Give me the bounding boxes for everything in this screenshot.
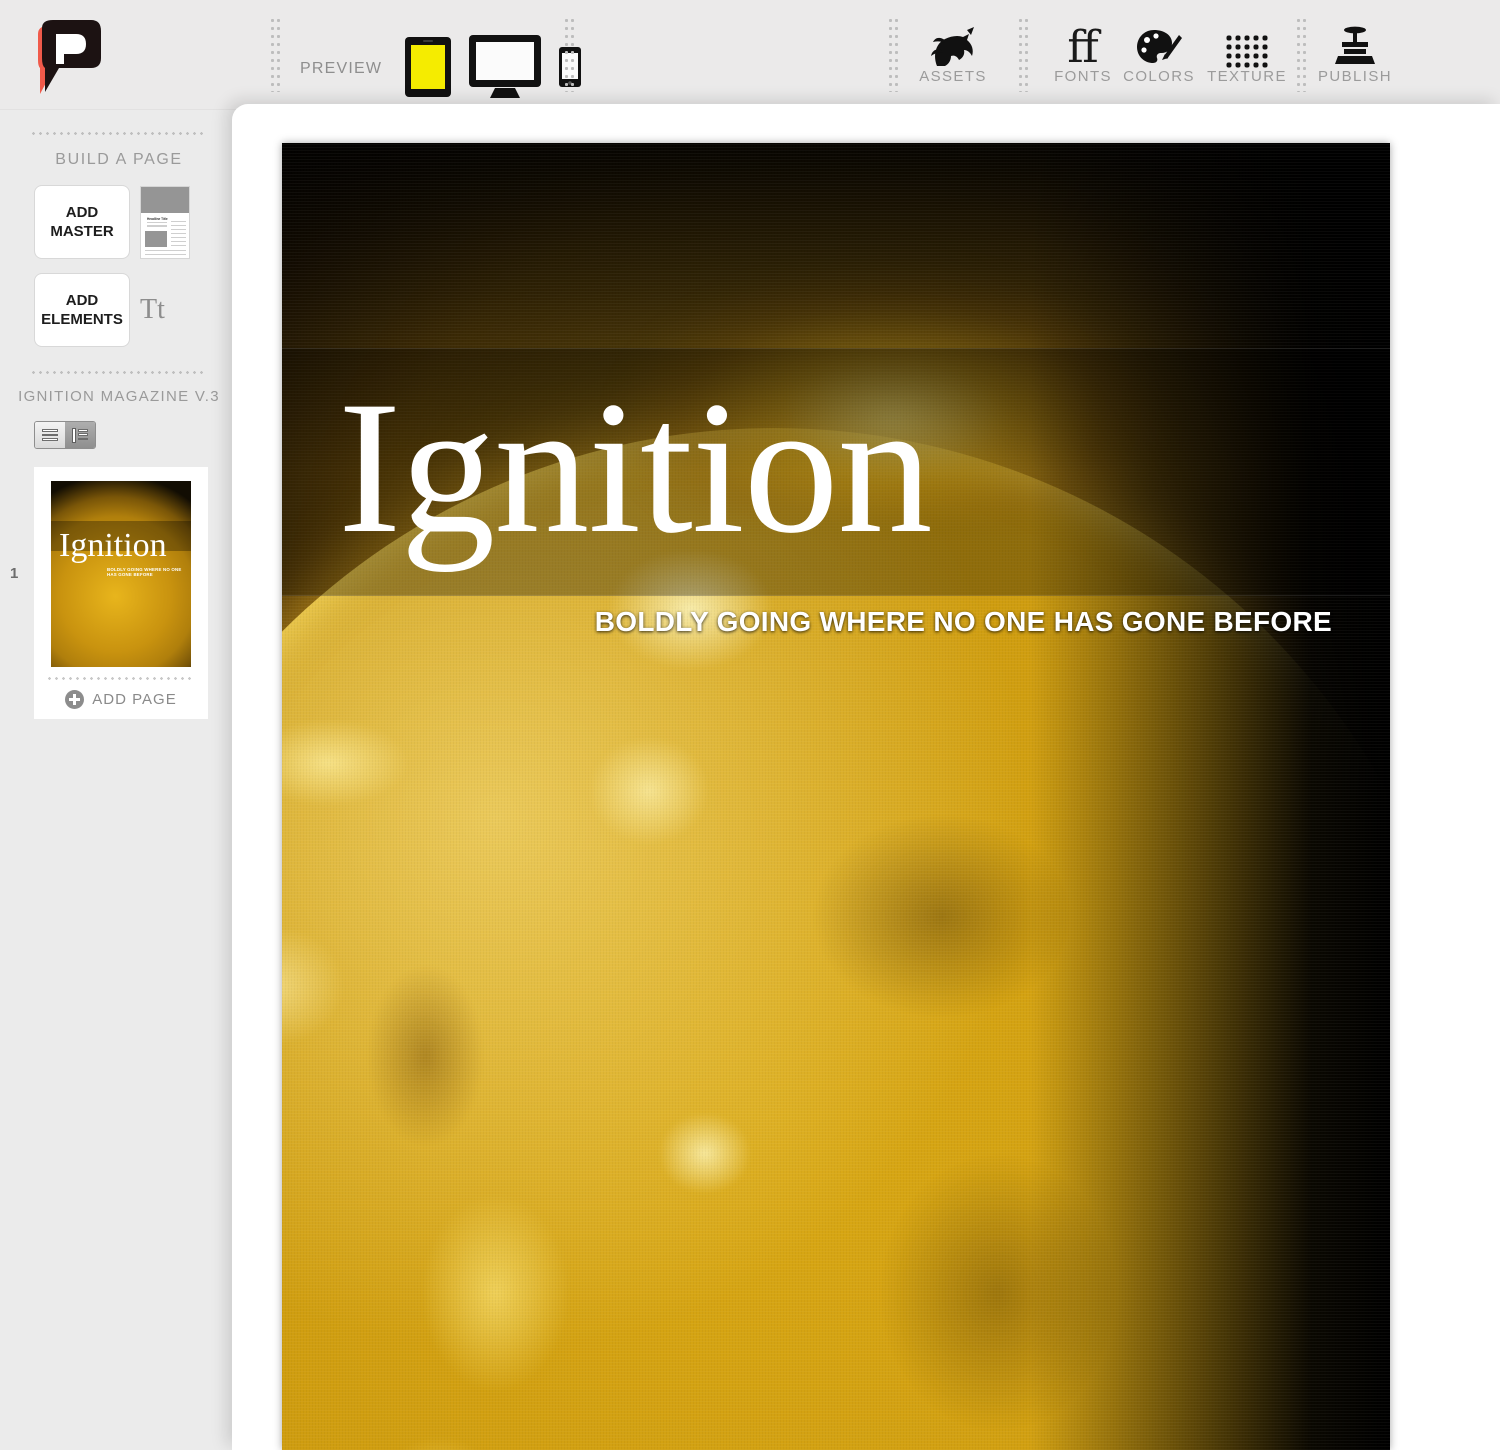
add-master-row: ADD MASTER Headline Title <box>0 185 238 259</box>
assets-tool-label: ASSETS <box>919 68 987 85</box>
app-root: PREVIEW <box>0 0 1500 1450</box>
dot-grid-icon <box>1192 20 1302 68</box>
master-thumb-line <box>171 237 186 239</box>
master-thumb-line <box>171 241 186 243</box>
master-thumb-line <box>171 233 186 235</box>
add-elements-row: ADD ELEMENTS Tt <box>0 273 238 347</box>
publish-tool-label: PUBLISH <box>1318 68 1392 85</box>
page-thumb-title: Ignition <box>59 529 167 563</box>
sidebar-divider-magazine <box>32 371 206 374</box>
assets-tool-button[interactable]: ASSETS <box>898 20 1008 86</box>
page-list-divider <box>48 677 194 680</box>
printing-press-icon <box>1300 20 1410 68</box>
left-sidebar: BUILD A PAGE ADD MASTER Headline Title <box>0 110 238 1450</box>
master-thumb-headline: Headline Title <box>147 217 168 221</box>
master-thumb-image-block <box>145 231 167 247</box>
master-thumb-line <box>147 225 167 227</box>
cover-subtitle[interactable]: BOLDLY GOING WHERE NO ONE HAS GONE BEFOR… <box>595 606 1332 638</box>
image-grain <box>282 143 1390 1450</box>
magazine-title: IGNITION MAGAZINE V.3 <box>0 386 238 407</box>
master-thumb-line <box>147 222 167 224</box>
master-thumb-line <box>171 221 186 223</box>
page-number-label: 1 <box>10 565 18 582</box>
texture-tool-label: TEXTURE <box>1207 68 1287 85</box>
page-thumbnail-1[interactable]: Ignition BOLDLY GOING WHERE NO ONE HAS G… <box>51 481 191 667</box>
tool-buttons: ASSETS ff FONTS <box>0 20 1500 100</box>
add-master-button[interactable]: ADD MASTER <box>34 185 130 259</box>
elements-thumbnail[interactable]: Tt <box>140 295 190 325</box>
unicorn-icon <box>898 20 1008 68</box>
master-thumb-line <box>145 250 186 252</box>
master-thumb-line <box>171 225 186 227</box>
list-view-icon <box>42 428 58 443</box>
sidebar-divider-top <box>32 132 206 135</box>
page-list-panel: Ignition BOLDLY GOING WHERE NO ONE HAS G… <box>34 467 208 719</box>
colors-tool-label: COLORS <box>1123 68 1195 85</box>
view-mode-toggle <box>34 421 96 449</box>
elements-thumb-label: Tt <box>140 294 165 325</box>
list-view-button[interactable] <box>35 422 65 448</box>
build-a-page-heading: BUILD A PAGE <box>0 149 238 171</box>
cover-page-canvas[interactable]: Ignition BOLDLY GOING WHERE NO ONE HAS G… <box>282 143 1390 1450</box>
add-page-label: ADD PAGE <box>92 691 176 708</box>
top-toolbar: PREVIEW <box>0 0 1500 110</box>
detail-view-icon <box>72 428 88 443</box>
page-thumb-subtitle: BOLDLY GOING WHERE NO ONE HAS GONE BEFOR… <box>107 567 191 577</box>
master-thumb-line <box>145 254 186 256</box>
cover-title[interactable]: Ignition <box>338 373 1338 563</box>
plus-circle-icon <box>65 690 84 709</box>
master-thumb-line <box>171 245 186 247</box>
texture-tool-button[interactable]: TEXTURE <box>1192 20 1302 86</box>
add-page-button[interactable]: ADD PAGE <box>34 690 208 709</box>
master-thumb-header <box>141 187 190 213</box>
add-elements-button[interactable]: ADD ELEMENTS <box>34 273 130 347</box>
master-template-thumbnail[interactable]: Headline Title <box>140 186 190 259</box>
detail-view-button[interactable] <box>65 422 95 448</box>
master-thumb-line <box>171 229 186 231</box>
publish-tool-button[interactable]: PUBLISH <box>1300 20 1410 86</box>
